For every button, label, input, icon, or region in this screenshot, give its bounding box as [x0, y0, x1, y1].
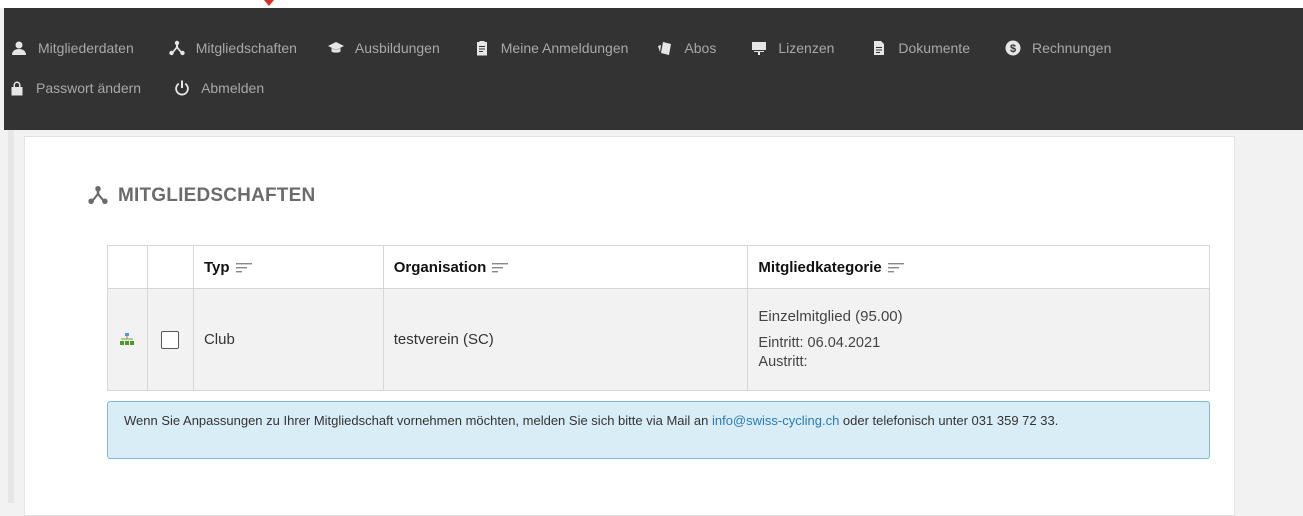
cell-organisation-value: testverein (SC)	[393, 331, 494, 348]
sort-icon[interactable]	[887, 262, 904, 273]
network-icon	[168, 39, 186, 57]
info-text-before: Wenn Sie Anpassungen zu Ihrer Mitgliedsc…	[124, 413, 712, 428]
graduation-cap-icon	[327, 39, 345, 57]
power-icon	[173, 79, 191, 97]
nav-label: Rechnungen	[1031, 40, 1112, 56]
header-empty-1	[107, 245, 148, 289]
row-checkbox-cell	[146, 288, 194, 391]
header-organisation[interactable]: Organisation	[382, 245, 749, 289]
email-link[interactable]: info@swiss-cycling.ch	[712, 413, 839, 428]
lock-icon	[8, 79, 26, 97]
main-navigation: Mitgliederdaten Mitgliedschaften Ausbild…	[4, 8, 1303, 130]
info-text-after: oder telefonisch unter 031 359 72 33.	[839, 413, 1059, 428]
nav-item-abmelden[interactable]: Abmelden	[173, 79, 264, 97]
table-header-row: Typ Organisation Mitgliedkategorie	[107, 245, 1210, 289]
header-label: Organisation	[393, 258, 487, 276]
nav-item-dokumente[interactable]: Dokumente	[870, 39, 970, 57]
cards-icon	[656, 39, 674, 57]
sort-icon[interactable]	[492, 262, 509, 273]
nav-item-mitgliedschaften[interactable]: Mitgliedschaften	[168, 39, 297, 57]
easel-icon	[750, 39, 768, 57]
page-title-text: MITGLIEDSCHAFTEN	[118, 185, 316, 206]
dollar-circle-icon: $	[1004, 39, 1022, 57]
nav-label: Passwort ändern	[36, 80, 142, 96]
header-mitgliedkategorie[interactable]: Mitgliedkategorie	[747, 245, 1210, 289]
cursor-marker-icon	[264, 0, 274, 6]
cell-typ: Club	[192, 288, 384, 391]
document-icon	[870, 39, 888, 57]
nav-item-lizenzen[interactable]: Lizenzen	[750, 39, 834, 57]
header-typ[interactable]: Typ	[192, 245, 384, 289]
header-empty-2	[146, 245, 194, 289]
nav-label: Meine Anmeldungen	[500, 40, 629, 56]
info-alert: Wenn Sie Anpassungen zu Ihrer Mitgliedsc…	[107, 401, 1210, 459]
sort-icon[interactable]	[235, 262, 252, 273]
nav-label: Mitgliedschaften	[195, 40, 297, 56]
left-sidebar-edge	[8, 130, 14, 503]
nav-item-abos[interactable]: Abos	[656, 39, 716, 57]
nav-label: Abos	[684, 40, 717, 56]
nav-item-passwort-aendern[interactable]: Passwort ändern	[8, 79, 141, 97]
nav-label: Ausbildungen	[354, 40, 440, 56]
cell-typ-value: Club	[203, 331, 235, 348]
memberships-table: Typ Organisation Mitgliedkategorie Club …	[107, 245, 1210, 391]
network-icon	[88, 185, 110, 207]
top-strip	[0, 0, 1303, 8]
hierarchy-icon[interactable]	[119, 332, 135, 347]
nav-item-ausbildungen[interactable]: Ausbildungen	[327, 39, 440, 57]
header-label: Typ	[203, 258, 230, 276]
eintritt-value: Eintritt: 06.04.2021	[758, 334, 881, 351]
nav-row-2: Passwort ändern Abmelden	[4, 76, 264, 100]
nav-item-mitgliederdaten[interactable]: Mitgliederdaten	[10, 39, 134, 57]
svg-text:$: $	[1010, 43, 1016, 55]
row-checkbox[interactable]	[161, 330, 180, 349]
cell-mitgliedkategorie: Einzelmitglied (95.00) Eintritt: 06.04.2…	[747, 288, 1210, 391]
nav-row-1: Mitgliederdaten Mitgliedschaften Ausbild…	[4, 36, 1111, 60]
nav-item-rechnungen[interactable]: $ Rechnungen	[1004, 39, 1111, 57]
nav-label: Lizenzen	[778, 40, 835, 56]
nav-item-meine-anmeldungen[interactable]: Meine Anmeldungen	[473, 39, 629, 57]
table-row: Club testverein (SC) Einzelmitglied (95.…	[107, 288, 1210, 391]
cell-organisation: testverein (SC)	[382, 288, 749, 391]
nav-label: Dokumente	[898, 40, 970, 56]
austritt-value: Austritt:	[758, 353, 808, 370]
row-hierarchy-cell	[107, 288, 148, 391]
nav-label: Mitgliederdaten	[38, 40, 134, 56]
kategorie-value: Einzelmitglied (95.00)	[758, 307, 903, 325]
header-label: Mitgliedkategorie	[758, 258, 882, 276]
page-title: MITGLIEDSCHAFTEN	[88, 185, 315, 207]
user-icon	[10, 39, 28, 57]
clipboard-icon	[473, 39, 491, 57]
nav-label: Abmelden	[201, 80, 265, 96]
